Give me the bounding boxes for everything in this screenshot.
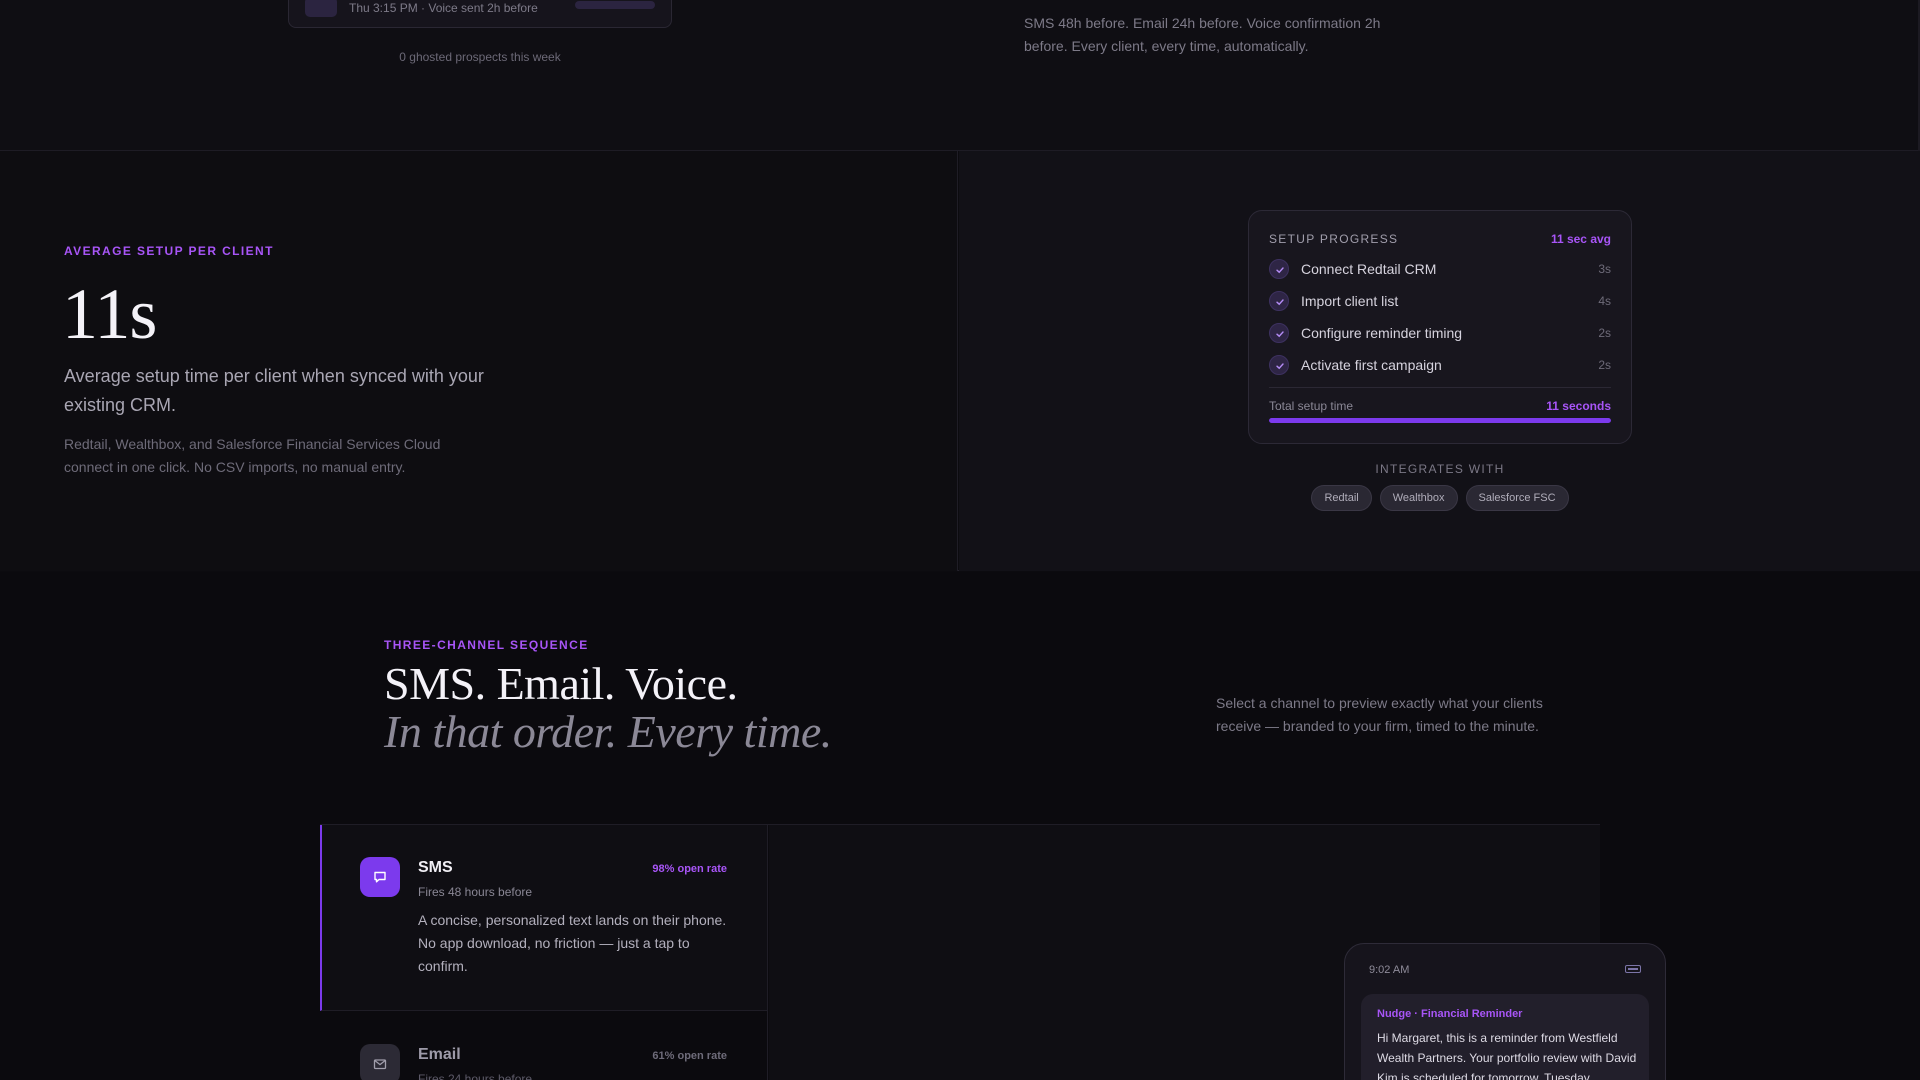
channel-preview-panel: 9:02 AM Nudge · Financial Reminder Hi Ma… xyxy=(769,825,1666,1080)
phone-mockup: 9:02 AM Nudge · Financial Reminder Hi Ma… xyxy=(1344,943,1666,1080)
chip-salesforce-fsc[interactable]: Salesforce FSC xyxy=(1465,485,1569,511)
setup-step: Configure reminder timing 2s xyxy=(1269,321,1611,343)
voice-icon xyxy=(305,0,337,17)
setup-progress-avg: 11 sec avg xyxy=(1550,232,1611,246)
channel-timing: Fires 24 hours before xyxy=(418,1072,533,1080)
phone-time: 9:02 AM xyxy=(1369,964,1410,976)
channel-open-rate: 61% open rate xyxy=(652,1050,727,1062)
channel-item-sms[interactable]: SMS 98% open rate Fires 48 hours before … xyxy=(320,825,767,1011)
channel-grid: SMS 98% open rate Fires 48 hours before … xyxy=(320,824,1666,1080)
channel-name: Email xyxy=(418,1046,461,1063)
setup-step: Import client list 4s xyxy=(1269,289,1611,311)
channel-list: SMS 98% open rate Fires 48 hours before … xyxy=(320,825,768,1080)
integrates-label: INTEGRATES WITH xyxy=(1375,462,1505,476)
check-icon xyxy=(1269,355,1289,375)
channels-eyebrow: THREE-CHANNEL SEQUENCE xyxy=(384,638,589,652)
setup-eyebrow: AVERAGE SETUP PER CLIENT xyxy=(64,244,274,258)
chip-wealthbox[interactable]: Wealthbox xyxy=(1379,485,1458,511)
setup-step-time: 2s xyxy=(1598,326,1611,340)
setup-step-time: 2s xyxy=(1598,358,1611,372)
channels-section: THREE-CHANNEL SEQUENCE SMS. Email. Voice… xyxy=(0,572,1920,1080)
status-badge xyxy=(575,1,655,9)
channel-description: A concise, personalized text lands on th… xyxy=(418,912,727,974)
reminder-card-text: Thu 3:15 PM · Voice sent 2h before xyxy=(349,1,538,15)
setup-progress-title: SETUP PROGRESS xyxy=(1269,232,1399,246)
setup-progress-fill xyxy=(1269,418,1611,423)
check-icon xyxy=(1269,291,1289,311)
channel-item-email[interactable]: Email 61% open rate Fires 24 hours befor… xyxy=(320,1012,767,1080)
mail-icon xyxy=(360,1044,400,1080)
total-setup-label: Total setup time xyxy=(1269,399,1354,413)
setup-step-label: Connect Redtail CRM xyxy=(1301,261,1437,277)
message-text: Hi Margaret, this is a reminder from Wes… xyxy=(1377,1031,1637,1080)
channel-timing: Fires 48 hours before xyxy=(418,885,533,899)
check-icon xyxy=(1269,323,1289,343)
reminder-card: Thu 3:15 PM · Voice sent 2h before xyxy=(288,0,672,28)
chat-bubble-icon xyxy=(360,857,400,897)
setup-progress-card: SETUP PROGRESS 11 sec avg Connect Redtai… xyxy=(1248,210,1632,444)
chip-redtail[interactable]: Redtail xyxy=(1311,485,1372,511)
battery-icon xyxy=(1625,965,1641,973)
setup-step-label: Configure reminder timing xyxy=(1301,325,1463,341)
setup-lead-text: Average setup time per client when synce… xyxy=(64,366,484,415)
setup-stat-panel: AVERAGE SETUP PER CLIENT 11s Average set… xyxy=(0,151,958,571)
setup-step-label: Activate first campaign xyxy=(1301,357,1442,373)
total-setup-value: 11 seconds xyxy=(1546,399,1611,413)
integration-chips: Redtail Wealthbox Salesforce FSC xyxy=(1248,485,1632,511)
check-icon xyxy=(1269,259,1289,279)
top-section: Thu 3:15 PM · Voice sent 2h before 0 gho… xyxy=(0,0,1920,151)
channels-headline: SMS. Email. Voice. xyxy=(384,658,738,709)
channel-name: SMS xyxy=(418,859,453,876)
divider xyxy=(1269,387,1611,388)
setup-progress-bar xyxy=(1269,418,1611,423)
setup-step-time: 4s xyxy=(1598,294,1611,308)
ghosted-caption: 0 ghosted prospects this week xyxy=(399,50,561,64)
channels-headline-italic: In that order. Every time. xyxy=(384,706,832,757)
channel-open-rate: 98% open rate xyxy=(652,863,727,875)
message-sender: Nudge · Financial Reminder xyxy=(1377,1008,1523,1020)
setup-sub-text: Redtail, Wealthbox, and Salesforce Finan… xyxy=(64,436,441,475)
setup-big-value: 11s xyxy=(62,274,157,354)
sequence-summary: SMS 48h before. Email 24h before. Voice … xyxy=(1024,15,1381,54)
setup-step-time: 3s xyxy=(1598,262,1611,276)
setup-step-label: Import client list xyxy=(1301,293,1399,309)
sms-message-bubble: Nudge · Financial Reminder Hi Margaret, … xyxy=(1361,994,1649,1080)
setup-section: AVERAGE SETUP PER CLIENT 11s Average set… xyxy=(0,151,1920,571)
setup-step: Connect Redtail CRM 3s xyxy=(1269,257,1611,279)
setup-step: Activate first campaign 2s xyxy=(1269,353,1611,375)
channels-description: Select a channel to preview exactly what… xyxy=(1216,695,1543,734)
